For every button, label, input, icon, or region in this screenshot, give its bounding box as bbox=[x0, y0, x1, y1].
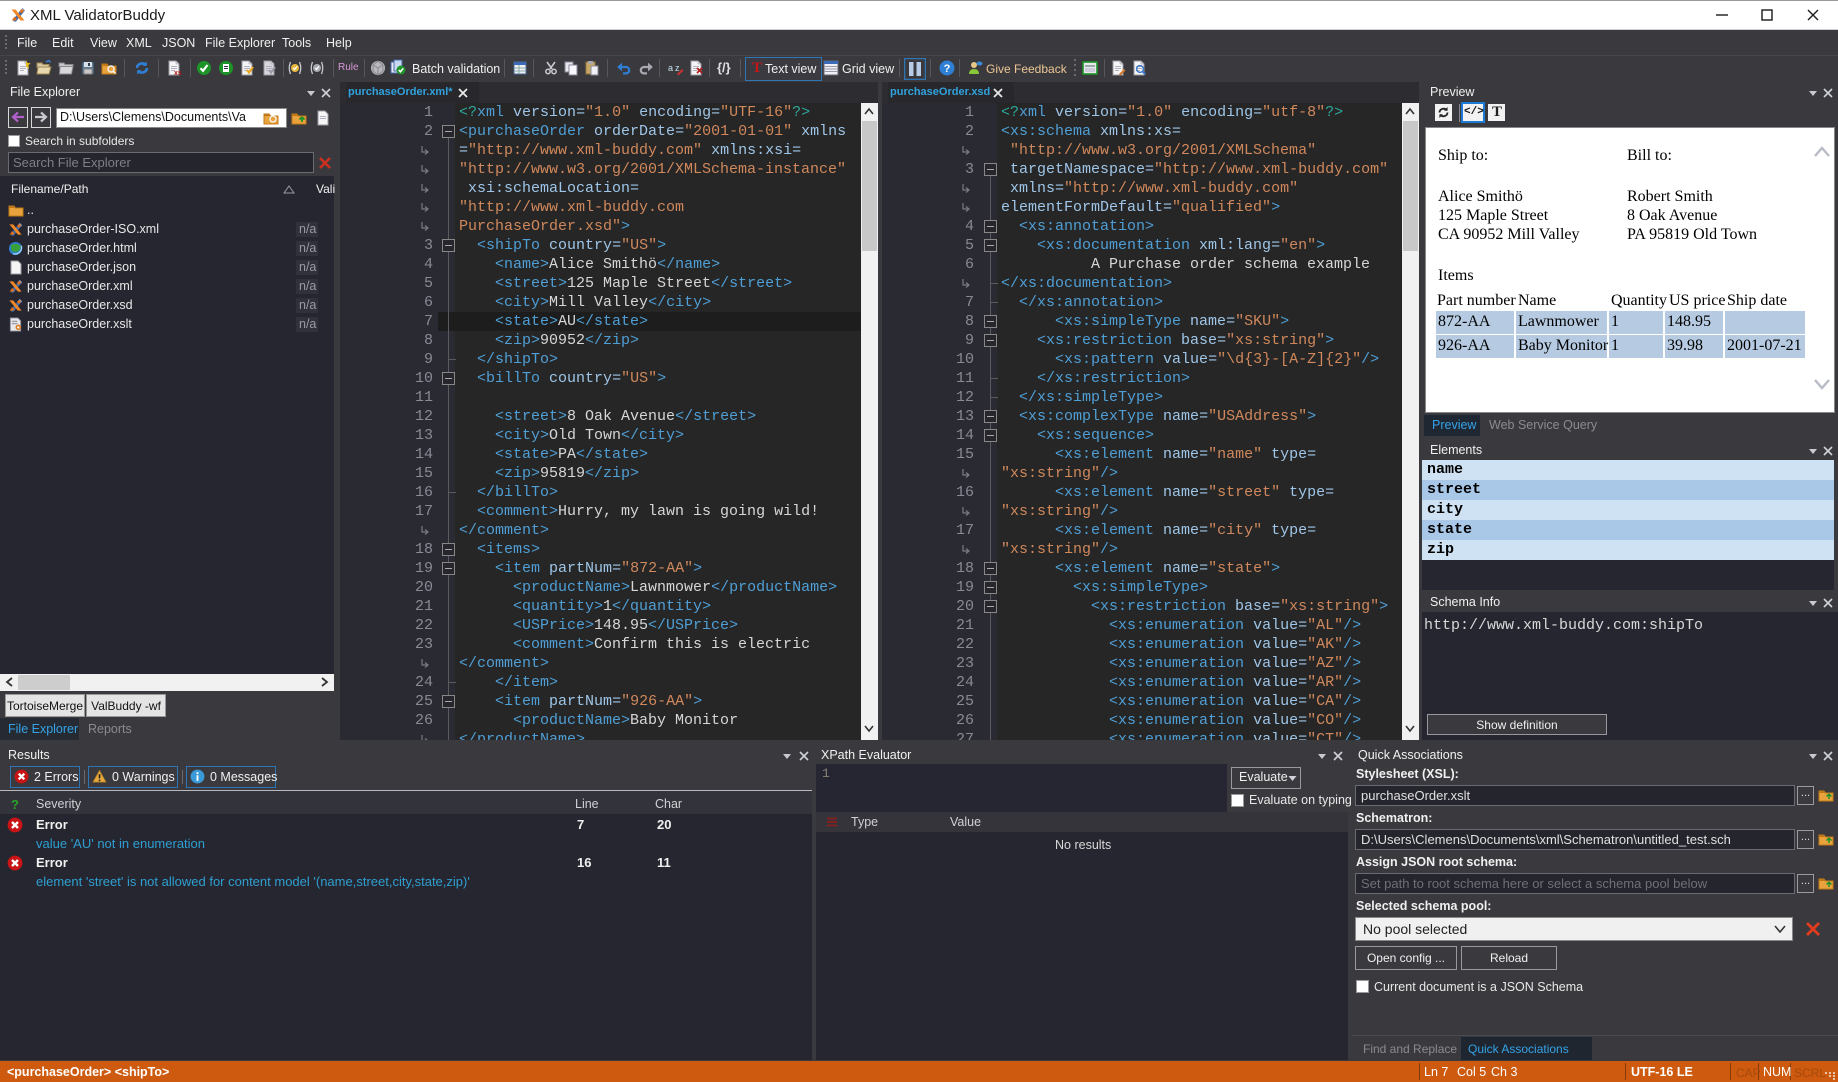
svg-text:z: z bbox=[675, 63, 680, 73]
svg-text:xs: xs bbox=[174, 70, 182, 76]
svg-text:a: a bbox=[668, 63, 673, 73]
svg-text:?: ? bbox=[944, 63, 951, 75]
